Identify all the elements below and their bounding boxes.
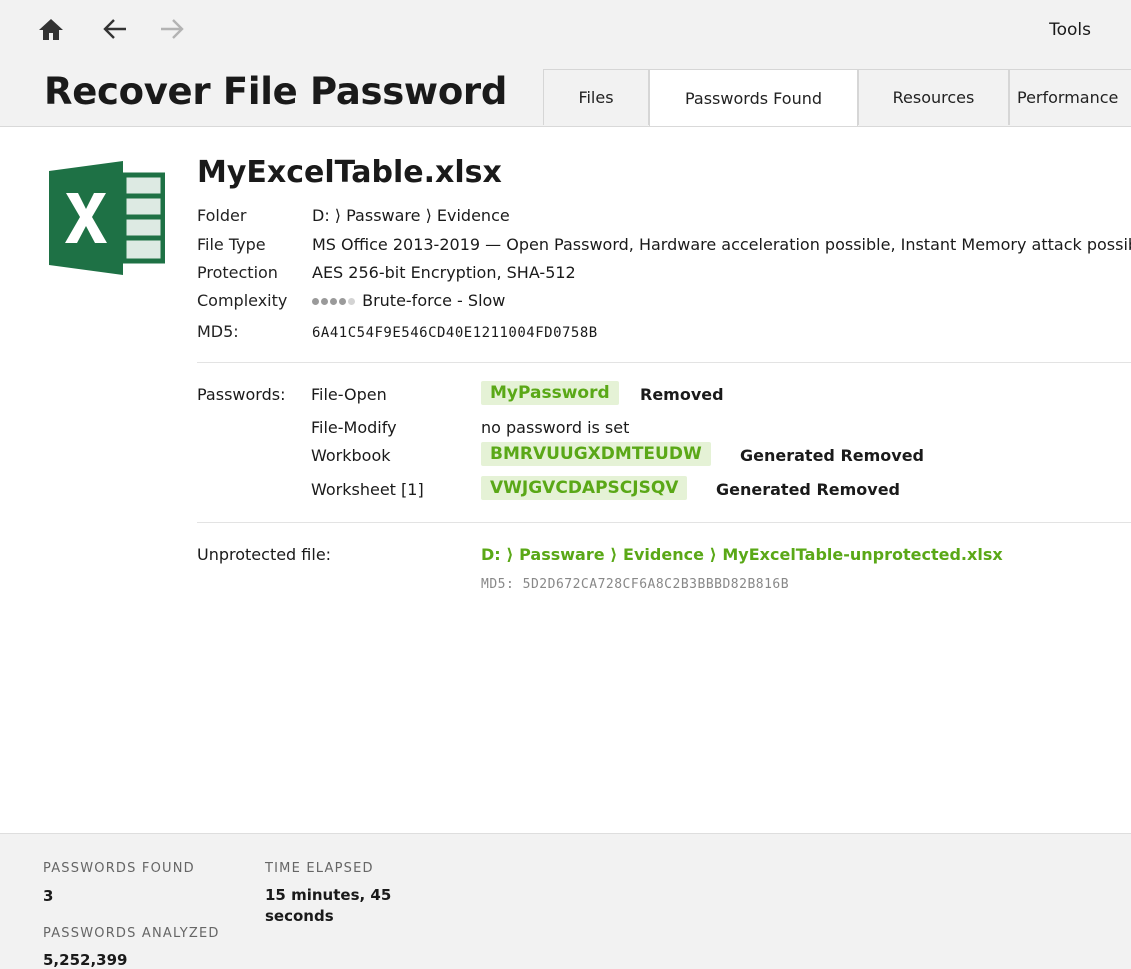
file-name: MyExcelTable.xlsx <box>197 155 502 190</box>
unprotected-file-md5: MD5: 5D2D672CA728CF6A8C2B3BBBD82B816B <box>481 577 790 592</box>
top-bar: Tools <box>0 0 1131 62</box>
home-icon[interactable] <box>36 14 66 44</box>
complexity-dots <box>312 291 357 310</box>
passwords-analyzed-label: PASSWORDS ANALYZED <box>43 926 220 941</box>
protection-label: Protection <box>197 263 278 282</box>
complexity-label: Complexity <box>197 291 288 310</box>
complexity-dot <box>330 298 337 305</box>
password-status-worksheet: Generated Removed <box>716 480 901 499</box>
protection-value: AES 256-bit Encryption, SHA-512 <box>312 263 576 282</box>
tools-menu[interactable]: Tools <box>1049 20 1091 40</box>
password-value-workbook[interactable]: BMRVUUGXDMTEUDW <box>481 442 711 466</box>
unprotected-file-link[interactable]: D: ⟩ Passware ⟩ Evidence ⟩ MyExcelTable-… <box>481 545 1003 564</box>
tab-performance[interactable]: Performance <box>1009 69 1131 125</box>
tab-bar: Files Passwords Found Resources Performa… <box>543 69 1131 127</box>
excel-file-icon <box>49 161 166 279</box>
protection-row: Protection AES 256-bit Encryption, SHA-51… <box>197 263 576 282</box>
password-type-workbook: Workbook <box>311 446 391 465</box>
divider <box>197 362 1131 363</box>
file-type-label: File Type <box>197 235 266 254</box>
password-value-worksheet[interactable]: VWJGVCDAPSCJSQV <box>481 476 688 500</box>
stats-footer: PASSWORDS FOUND 3 PASSWORDS ANALYZED 5,2… <box>0 833 1131 969</box>
md5-value: 6A41C54F9E546CD40E1211004FD0758B <box>312 325 598 341</box>
passwords-found-label: PASSWORDS FOUND <box>43 861 195 876</box>
folder-value: D: ⟩ Passware ⟩ Evidence <box>312 206 510 225</box>
file-type-row: File Type MS Office 2013-2019 — Open Pass… <box>197 235 1131 254</box>
md5-label: MD5: <box>197 322 239 341</box>
main-panel: MyExcelTable.xlsx Folder D: ⟩ Passware ⟩ … <box>0 126 1131 833</box>
unprotected-file-label: Unprotected file: <box>197 545 332 564</box>
password-type-file-modify: File-Modify <box>311 418 397 437</box>
passwords-label: Passwords: <box>197 385 286 404</box>
tab-files[interactable]: Files <box>543 69 649 125</box>
forward-arrow-icon[interactable] <box>157 14 187 44</box>
password-status-file-open: Removed <box>640 385 724 404</box>
back-arrow-icon[interactable] <box>100 14 130 44</box>
password-type-worksheet: Worksheet [1] <box>311 480 424 499</box>
complexity-dot <box>312 298 319 305</box>
password-type-file-open: File-Open <box>311 385 387 404</box>
folder-label: Folder <box>197 206 247 225</box>
time-elapsed-value: 15 minutes, 45 seconds <box>265 886 392 925</box>
file-type-value: MS Office 2013-2019 — Open Password, Har… <box>312 235 1131 254</box>
complexity-dot <box>348 298 355 305</box>
time-elapsed-label: TIME ELAPSED <box>265 861 374 876</box>
complexity-dot <box>321 298 328 305</box>
tab-resources[interactable]: Resources <box>858 69 1009 125</box>
page-title: Recover File Password <box>44 70 508 113</box>
password-status-workbook: Generated Removed <box>740 446 925 465</box>
folder-row: Folder D: ⟩ Passware ⟩ Evidence <box>197 206 510 225</box>
passwords-analyzed-value: 5,252,399 <box>43 951 128 969</box>
complexity-dot <box>339 298 346 305</box>
tab-passwords-found[interactable]: Passwords Found <box>649 69 858 127</box>
divider <box>197 522 1131 523</box>
password-value-file-open[interactable]: MyPassword <box>481 381 619 405</box>
passwords-found-value: 3 <box>43 887 54 905</box>
password-note-file-modify: no password is set <box>481 418 630 437</box>
complexity-value: Brute-force - Slow <box>362 291 506 310</box>
md5-row: MD5: 6A41C54F9E546CD40E1211004FD0758B <box>197 322 598 341</box>
complexity-row: Complexity Brute-force - Slow <box>197 291 505 310</box>
